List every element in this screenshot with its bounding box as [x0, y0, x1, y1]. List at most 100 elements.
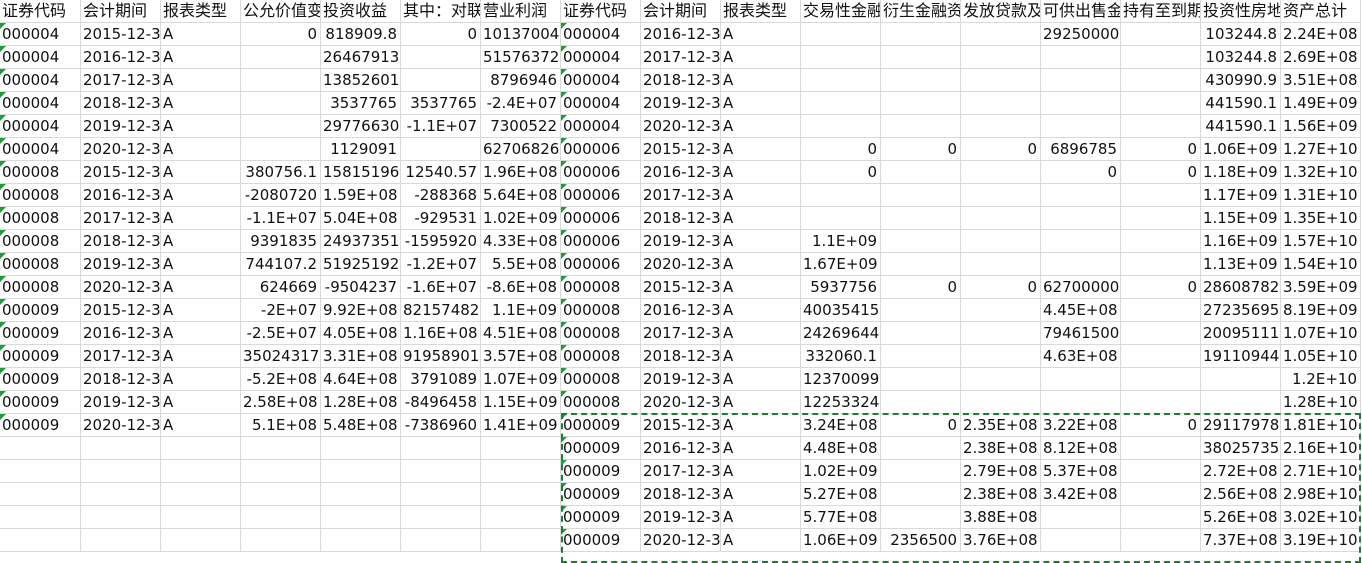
cell-r20-c6[interactable]	[401, 460, 481, 483]
cell-r6-c13[interactable]: 0	[961, 138, 1041, 161]
cell-r7-c10[interactable]: A	[721, 161, 801, 184]
cell-r9-c9[interactable]: 2018-12-31	[641, 207, 721, 230]
cell-r17-c9[interactable]: 2020-12-31	[641, 391, 721, 414]
cell-r15-c16[interactable]: 19110944	[1201, 345, 1281, 368]
cell-r4-c11[interactable]	[801, 92, 881, 115]
cell-r12-c17[interactable]: 3.59E+09	[1281, 276, 1361, 299]
cell-r14-c6[interactable]: 1.16E+08	[401, 322, 481, 345]
cell-r16-c10[interactable]: A	[721, 368, 801, 391]
cell-r14-c12[interactable]	[881, 322, 961, 345]
cell-r4-c9[interactable]: 2019-12-31	[641, 92, 721, 115]
cell-r11-c2[interactable]: 2019-12-31	[81, 253, 161, 276]
cell-r20-c11[interactable]: 1.02E+09	[801, 460, 881, 483]
cell-r18-c6[interactable]: -7386960	[401, 414, 481, 437]
cell-r22-c9[interactable]: 2019-12-31	[641, 506, 721, 529]
cell-r11-c17[interactable]: 1.54E+10	[1281, 253, 1361, 276]
cell-r10-c6[interactable]: -1595920	[401, 230, 481, 253]
cell-r17-c1[interactable]: 000009	[0, 391, 81, 414]
cell-r22-c6[interactable]	[401, 506, 481, 529]
cell-r1-c6[interactable]: 0	[401, 23, 481, 46]
cell-r6-c12[interactable]: 0	[881, 138, 961, 161]
cell-r9-c17[interactable]: 1.35E+10	[1281, 207, 1361, 230]
cell-r8-c10[interactable]: A	[721, 184, 801, 207]
cell-r4-c12[interactable]	[881, 92, 961, 115]
cell-r13-c2[interactable]: 2015-12-31	[81, 299, 161, 322]
cell-r5-c2[interactable]: 2019-12-31	[81, 115, 161, 138]
cell-r16-c5[interactable]: 4.64E+08	[321, 368, 401, 391]
cell-r5-c8[interactable]: 000004	[561, 115, 641, 138]
cell-r19-c10[interactable]: A	[721, 437, 801, 460]
cell-r12-c8[interactable]: 000008	[561, 276, 641, 299]
cell-r10-c10[interactable]: A	[721, 230, 801, 253]
cell-r10-c9[interactable]: 2019-12-31	[641, 230, 721, 253]
cell-r18-c7[interactable]: 1.41E+09	[481, 414, 561, 437]
cell-r21-c12[interactable]	[881, 483, 961, 506]
cell-r22-c8[interactable]: 000009	[561, 506, 641, 529]
header-cell-11[interactable]: 交易性金融	[801, 0, 881, 23]
cell-r17-c17[interactable]: 1.28E+10	[1281, 391, 1361, 414]
cell-r6-c3[interactable]: A	[161, 138, 241, 161]
cell-r8-c13[interactable]	[961, 184, 1041, 207]
cell-r1-c13[interactable]	[961, 23, 1041, 46]
cell-r17-c4[interactable]: 2.58E+08	[241, 391, 321, 414]
cell-r22-c17[interactable]: 3.02E+10	[1281, 506, 1361, 529]
cell-r3-c7[interactable]: 8796946	[481, 69, 561, 92]
cell-r18-c14[interactable]: 3.22E+08	[1041, 414, 1121, 437]
cell-r1-c3[interactable]: A	[161, 23, 241, 46]
cell-r14-c10[interactable]: A	[721, 322, 801, 345]
cell-r21-c10[interactable]: A	[721, 483, 801, 506]
cell-r7-c7[interactable]: 1.96E+08	[481, 161, 561, 184]
cell-r15-c7[interactable]: 3.57E+08	[481, 345, 561, 368]
cell-r4-c14[interactable]	[1041, 92, 1121, 115]
cell-r12-c1[interactable]: 000008	[0, 276, 81, 299]
cell-r14-c14[interactable]: 79461500	[1041, 322, 1121, 345]
cell-r1-c2[interactable]: 2015-12-31	[81, 23, 161, 46]
cell-r7-c8[interactable]: 000006	[561, 161, 641, 184]
cell-r21-c9[interactable]: 2018-12-31	[641, 483, 721, 506]
cell-r22-c12[interactable]	[881, 506, 961, 529]
cell-r6-c16[interactable]: 1.06E+09	[1201, 138, 1281, 161]
cell-r9-c3[interactable]: A	[161, 207, 241, 230]
cell-r12-c9[interactable]: 2015-12-31	[641, 276, 721, 299]
cell-r19-c6[interactable]	[401, 437, 481, 460]
cell-r17-c15[interactable]	[1121, 391, 1201, 414]
cell-r6-c8[interactable]: 000006	[561, 138, 641, 161]
cell-r8-c3[interactable]: A	[161, 184, 241, 207]
cell-r8-c14[interactable]	[1041, 184, 1121, 207]
cell-r21-c4[interactable]	[241, 483, 321, 506]
cell-r16-c6[interactable]: 3791089	[401, 368, 481, 391]
cell-r8-c16[interactable]: 1.17E+09	[1201, 184, 1281, 207]
cell-r2-c8[interactable]: 000004	[561, 46, 641, 69]
cell-r22-c15[interactable]	[1121, 506, 1201, 529]
cell-r8-c11[interactable]	[801, 184, 881, 207]
cell-r8-c12[interactable]	[881, 184, 961, 207]
cell-r19-c5[interactable]	[321, 437, 401, 460]
cell-r13-c17[interactable]: 8.19E+09	[1281, 299, 1361, 322]
cell-r21-c16[interactable]: 2.56E+08	[1201, 483, 1281, 506]
cell-r15-c5[interactable]: 3.31E+08	[321, 345, 401, 368]
cell-r11-c7[interactable]: 5.5E+08	[481, 253, 561, 276]
cell-r15-c13[interactable]	[961, 345, 1041, 368]
cell-r13-c3[interactable]: A	[161, 299, 241, 322]
cell-r1-c1[interactable]: 000004	[0, 23, 81, 46]
cell-r18-c15[interactable]: 0	[1121, 414, 1201, 437]
cell-r17-c13[interactable]	[961, 391, 1041, 414]
cell-r16-c7[interactable]: 1.07E+09	[481, 368, 561, 391]
cell-r10-c8[interactable]: 000006	[561, 230, 641, 253]
header-cell-9[interactable]: 会计期间	[641, 0, 721, 23]
cell-r14-c2[interactable]: 2016-12-31	[81, 322, 161, 345]
cell-r22-c3[interactable]	[161, 506, 241, 529]
header-cell-3[interactable]: 报表类型	[161, 0, 241, 23]
cell-r7-c17[interactable]: 1.32E+10	[1281, 161, 1361, 184]
cell-r14-c1[interactable]: 000009	[0, 322, 81, 345]
cell-r4-c17[interactable]: 1.49E+09	[1281, 92, 1361, 115]
cell-r18-c3[interactable]: A	[161, 414, 241, 437]
header-cell-16[interactable]: 投资性房地	[1201, 0, 1281, 23]
cell-r7-c3[interactable]: A	[161, 161, 241, 184]
cell-r7-c13[interactable]	[961, 161, 1041, 184]
cell-r6-c6[interactable]	[401, 138, 481, 161]
cell-r12-c4[interactable]: 624669	[241, 276, 321, 299]
cell-r13-c14[interactable]: 4.45E+08	[1041, 299, 1121, 322]
cell-r11-c16[interactable]: 1.13E+09	[1201, 253, 1281, 276]
cell-r6-c14[interactable]: 6896785	[1041, 138, 1121, 161]
